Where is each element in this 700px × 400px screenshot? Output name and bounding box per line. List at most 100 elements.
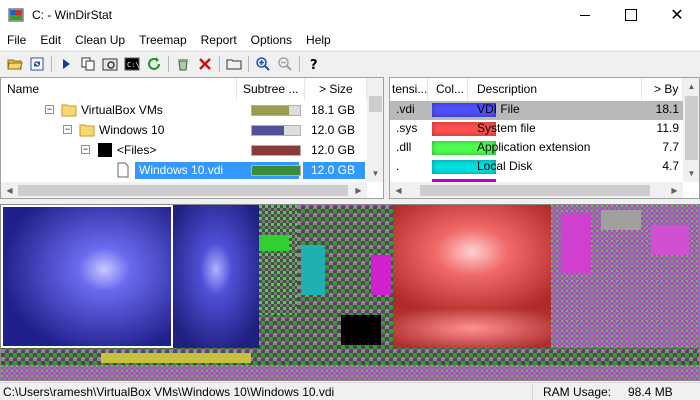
svg-text:C:\: C:\: [127, 61, 140, 69]
toolbar: C:\ ?: [0, 51, 700, 75]
scroll-right-arrow[interactable]: ▶: [666, 182, 683, 198]
windirstat-app-icon: [8, 8, 24, 22]
tree-vertical-scrollbar[interactable]: ▼: [367, 78, 383, 182]
extension-row[interactable]: . Local Disk 4.7: [390, 158, 683, 177]
status-bar: C:\Users\ramesh\VirtualBox VMs\Windows 1…: [0, 382, 700, 400]
tree-item-size: 12.0 GB: [303, 162, 365, 179]
toolbar-separator: [299, 55, 300, 72]
scroll-down-arrow[interactable]: ▼: [367, 165, 383, 182]
extension-horizontal-scrollbar[interactable]: ◀ ▶: [390, 182, 683, 198]
ram-usage-value: 98.4 MB: [628, 384, 673, 399]
toolbar-separator: [168, 55, 169, 72]
extension-row[interactable]: .vdi VDI File 18.1: [390, 101, 683, 120]
column-header-description[interactable]: Description: [468, 78, 642, 100]
scroll-right-arrow[interactable]: ▶: [350, 182, 367, 198]
open-folder-icon[interactable]: [4, 54, 26, 74]
extension-description: Local Disk: [477, 159, 533, 173]
help-icon[interactable]: ?: [303, 54, 325, 74]
scroll-left-arrow[interactable]: ◀: [390, 182, 407, 198]
subtree-percentage-bar: [251, 125, 301, 136]
play-icon[interactable]: [55, 54, 77, 74]
treemap-view[interactable]: [0, 204, 700, 381]
tree-item-name: Windows 10: [99, 123, 165, 137]
svg-text:?: ?: [310, 58, 318, 72]
scroll-thumb[interactable]: [420, 185, 650, 196]
new-folder-icon[interactable]: [223, 54, 245, 74]
scroll-thumb[interactable]: [685, 96, 698, 160]
scroll-up-arrow[interactable]: ▲: [683, 78, 699, 95]
extension-name: .: [396, 159, 400, 173]
column-header-color[interactable]: Col...: [428, 78, 468, 100]
subtree-percentage-bar: [251, 165, 301, 176]
close-button[interactable]: ✕: [654, 0, 700, 30]
title-bar: C: - WinDirStat ✕: [0, 0, 700, 30]
scroll-down-arrow[interactable]: ▼: [683, 165, 699, 182]
minimize-button[interactable]: [562, 0, 608, 30]
toolbar-separator: [248, 55, 249, 72]
tree-item-size: 12.0 GB: [310, 143, 355, 157]
collapse-toggle-icon[interactable]: −: [81, 145, 90, 154]
menu-bar: File Edit Clean Up Treemap Report Option…: [0, 30, 700, 50]
subtree-percentage-bar: [251, 145, 301, 156]
column-header-size[interactable]: > Size: [305, 78, 367, 100]
window-title: C: - WinDirStat: [32, 8, 113, 22]
folder-icon: [79, 122, 95, 138]
copy-path-icon[interactable]: [77, 54, 99, 74]
extension-bytes: 11.9: [656, 121, 679, 135]
toolbar-separator: [51, 55, 52, 72]
recycle-icon[interactable]: [172, 54, 194, 74]
menu-treemap[interactable]: Treemap: [132, 33, 194, 47]
tree-item-size: 18.1 GB: [310, 103, 355, 117]
tree-row[interactable]: − Windows 10 12.0 GB: [1, 121, 367, 140]
collapse-toggle-icon[interactable]: −: [63, 125, 72, 134]
zoom-out-icon[interactable]: [274, 54, 296, 74]
toolbar-separator: [219, 55, 220, 72]
extension-row[interactable]: .dll Application extension 7.7: [390, 139, 683, 158]
refresh-icon[interactable]: [26, 54, 48, 74]
tree-row[interactable]: Windows 10.vdi 12.0 GB: [1, 161, 367, 180]
scroll-thumb[interactable]: [18, 185, 348, 196]
subtree-percentage-bar: [251, 105, 301, 116]
tree-item-name: VirtualBox VMs: [81, 103, 163, 117]
extension-bytes: 18.1: [655, 102, 679, 116]
extension-vertical-scrollbar[interactable]: ▲ ▼: [683, 78, 699, 182]
maximize-button[interactable]: [608, 0, 654, 30]
extension-name: .sys: [396, 121, 418, 135]
menu-clean-up[interactable]: Clean Up: [68, 33, 132, 47]
tree-row[interactable]: − VirtualBox VMs 18.1 GB: [1, 101, 367, 120]
file-icon: [115, 162, 131, 178]
refresh-selected-icon[interactable]: [143, 54, 165, 74]
open-in-explorer-icon[interactable]: [99, 54, 121, 74]
tree-horizontal-scrollbar[interactable]: ◀ ▶: [1, 182, 367, 198]
scroll-thumb[interactable]: [369, 96, 382, 112]
ram-usage-label: RAM Usage:: [532, 384, 620, 399]
menu-options[interactable]: Options: [244, 33, 299, 47]
column-header-name[interactable]: Name: [1, 78, 237, 100]
command-prompt-icon[interactable]: C:\: [121, 54, 143, 74]
folder-icon: [61, 102, 77, 118]
extension-bytes: 7.7: [662, 140, 679, 154]
extension-row[interactable]: .sys System file 11.9: [390, 120, 683, 139]
menu-help[interactable]: Help: [299, 33, 338, 47]
treemap-graphic[interactable]: [1, 205, 699, 380]
extension-list: tensi... Col... Description > By .vdi VDI…: [389, 77, 700, 199]
column-header-extension[interactable]: tensi...: [390, 78, 428, 100]
column-header-bytes[interactable]: > By: [642, 78, 683, 100]
extension-description: VDI File: [477, 102, 520, 116]
column-header-subtree[interactable]: Subtree ...: [237, 78, 305, 100]
status-path: C:\Users\ramesh\VirtualBox VMs\Windows 1…: [3, 384, 335, 399]
delete-icon[interactable]: [194, 54, 216, 74]
extension-bytes: 4.7: [662, 159, 679, 173]
extension-name: .dll: [396, 140, 412, 154]
collapse-toggle-icon[interactable]: −: [45, 105, 54, 114]
extension-description: System file: [477, 121, 536, 135]
extension-description: Application extension: [477, 140, 591, 154]
tree-row[interactable]: − <Files> 12.0 GB: [1, 141, 367, 160]
zoom-in-icon[interactable]: [252, 54, 274, 74]
scroll-left-arrow[interactable]: ◀: [1, 182, 18, 198]
extension-name: .vdi: [396, 102, 415, 116]
tree-item-size: 12.0 GB: [310, 123, 355, 137]
menu-file[interactable]: File: [0, 33, 33, 47]
menu-report[interactable]: Report: [194, 33, 244, 47]
menu-edit[interactable]: Edit: [33, 33, 68, 47]
